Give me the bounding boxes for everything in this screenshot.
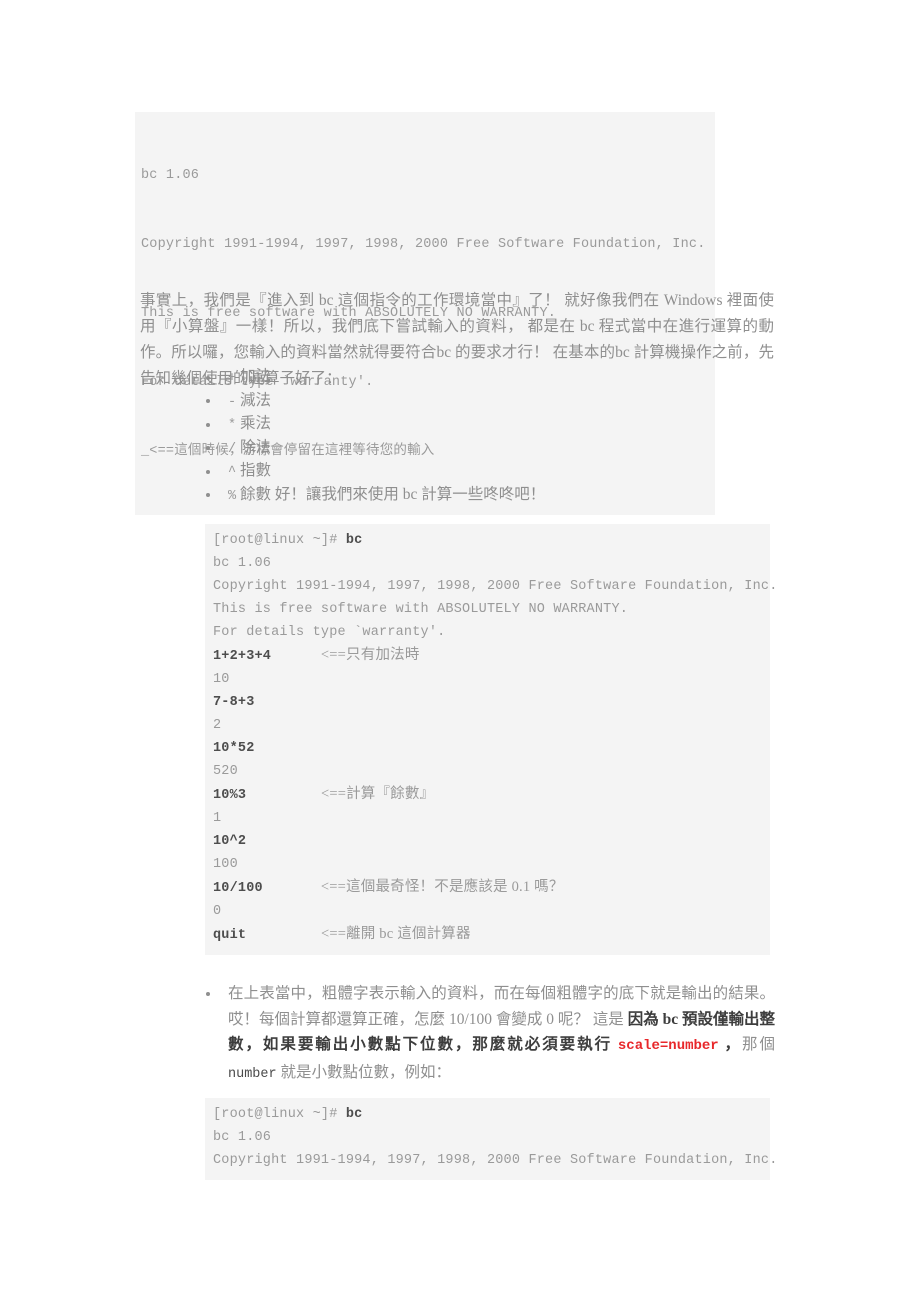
shell-output: bc 1.06 bbox=[213, 1130, 272, 1145]
shell-command: 7-8+3 bbox=[213, 695, 255, 710]
shell-output: Copyright 1991-1994, 1997, 1998, 2000 Fr… bbox=[213, 1153, 778, 1168]
shell-prompt: [root@linux ~]# bbox=[213, 533, 346, 548]
shell-command: 10*52 bbox=[213, 741, 255, 756]
note-text-part2: 那個 bbox=[742, 1036, 775, 1053]
inline-annotation: <==這個最奇怪！不是應該是 0.1 嗎？ bbox=[320, 879, 564, 895]
shell-prompt: [root@linux ~]# bbox=[213, 1107, 346, 1122]
operator-symbol: / bbox=[228, 441, 237, 457]
list-item: % 餘數 好！讓我們來使用 bc 計算一些咚咚吧！ bbox=[200, 483, 760, 507]
shell-command: bc bbox=[345, 1107, 363, 1122]
inline-annotation: <==計算『餘數』 bbox=[320, 786, 435, 802]
code-line: This is free software with ABSOLUTELY NO… bbox=[213, 598, 762, 621]
shell-output: 100 bbox=[213, 857, 238, 872]
operator-symbol: * bbox=[228, 418, 237, 433]
code-block-bc-scale: [root@linux ~]# bc bc 1.06 Copyright 1991-… bbox=[205, 1098, 777, 1180]
operator-symbol: + bbox=[228, 371, 237, 386]
shell-output: Copyright 1991-1994, 1997, 1998, 2000 Fr… bbox=[213, 579, 778, 594]
code-line: bc 1.06 bbox=[213, 552, 762, 575]
code-line: quit <==離開 bc 這個計算器 bbox=[213, 923, 762, 947]
operator-label: 乘法 bbox=[239, 415, 271, 432]
code-line: 7-8+3 bbox=[213, 691, 762, 714]
shell-output: 2 bbox=[213, 718, 222, 733]
shell-command: quit bbox=[213, 928, 247, 943]
operator-symbol: ^ bbox=[228, 465, 237, 480]
list-item: 在上表當中，粗體字表示輸入的資料，而在每個粗體字的底下就是輸出的結果。 哎！每個… bbox=[200, 981, 775, 1087]
shell-command: 10/100 bbox=[213, 881, 263, 896]
code-line: bc 1.06 bbox=[141, 168, 200, 183]
note-list: 在上表當中，粗體字表示輸入的資料，而在每個粗體字的底下就是輸出的結果。 哎！每個… bbox=[200, 981, 775, 1087]
shell-command: 10%3 bbox=[213, 788, 247, 803]
code-line: 1+2+3+4 <==只有加法時 bbox=[213, 644, 762, 668]
shell-output: 1 bbox=[213, 811, 222, 826]
note-text-bold2: ， bbox=[718, 1036, 743, 1053]
code-line: For details type `warranty'. bbox=[213, 621, 762, 644]
operator-list: + 加法 - 減法 * 乘法 / 除法 ^ 指數 % 餘數 好！讓我們來使用 b… bbox=[200, 365, 760, 506]
shell-output: For details type `warranty'. bbox=[213, 625, 446, 640]
list-item: + 加法 bbox=[200, 365, 760, 389]
inline-annotation: <==只有加法時 bbox=[320, 647, 420, 663]
document-page: bc 1.06 Copyright 1991-1994, 1997, 1998,… bbox=[0, 0, 920, 1302]
operator-label: 除法 bbox=[239, 438, 271, 456]
shell-output: This is free software with ABSOLUTELY NO… bbox=[213, 602, 629, 617]
shell-output: bc 1.06 bbox=[213, 556, 272, 571]
code-line: Copyright 1991-1994, 1997, 1998, 2000 Fr… bbox=[141, 237, 706, 252]
operator-label: 減法 bbox=[239, 391, 271, 409]
code-line: 520 bbox=[213, 760, 762, 783]
list-item: * 乘法 bbox=[200, 412, 760, 436]
code-line: bc 1.06 bbox=[213, 1126, 762, 1149]
code-line: 10*52 bbox=[213, 737, 762, 760]
operator-label: 餘數 好！讓我們來使用 bc 計算一些咚咚吧！ bbox=[239, 485, 546, 503]
code-line: Copyright 1991-1994, 1997, 1998, 2000 Fr… bbox=[213, 575, 777, 598]
shell-command: bc bbox=[345, 533, 363, 548]
shell-output: 10 bbox=[213, 672, 230, 687]
inline-annotation: <==離開 bc 這個計算器 bbox=[320, 926, 471, 942]
list-item: - 減法 bbox=[200, 389, 760, 413]
code-line: 100 bbox=[213, 853, 762, 876]
code-line: 10%3 <==計算『餘數』 bbox=[213, 783, 762, 807]
operator-symbol: - bbox=[228, 394, 237, 410]
operator-label: 指數 bbox=[239, 462, 271, 479]
code-line: 10/100 <==這個最奇怪！不是應該是 0.1 嗎？ bbox=[213, 876, 762, 900]
operator-label: 加法 bbox=[239, 368, 271, 385]
operator-symbol: % bbox=[228, 488, 237, 504]
code-line: 10 bbox=[213, 668, 762, 691]
note-text-part3: 就是小數點位數，例如： bbox=[276, 1063, 451, 1081]
code-line: [root@linux ~]# bc bbox=[213, 1103, 762, 1126]
list-item: ^ 指數 bbox=[200, 459, 760, 483]
number-token: number bbox=[228, 1066, 277, 1082]
code-line: 10^2 bbox=[213, 830, 762, 853]
code-line: 2 bbox=[213, 714, 762, 737]
shell-output: 520 bbox=[213, 764, 238, 779]
list-item: / 除法 bbox=[200, 436, 760, 460]
shell-command: 1+2+3+4 bbox=[213, 649, 272, 664]
code-block-bc-session: [root@linux ~]# bc bc 1.06 Copyright 1991-… bbox=[205, 524, 777, 955]
code-line: Copyright 1991-1994, 1997, 1998, 2000 Fr… bbox=[213, 1149, 777, 1172]
code-line: [root@linux ~]# bc bbox=[213, 529, 762, 552]
shell-output: 0 bbox=[213, 904, 222, 919]
shell-command: 10^2 bbox=[213, 834, 247, 849]
code-line: 0 bbox=[213, 900, 762, 923]
scale-number-code: scale=number bbox=[617, 1038, 719, 1054]
code-line: 1 bbox=[213, 807, 762, 830]
